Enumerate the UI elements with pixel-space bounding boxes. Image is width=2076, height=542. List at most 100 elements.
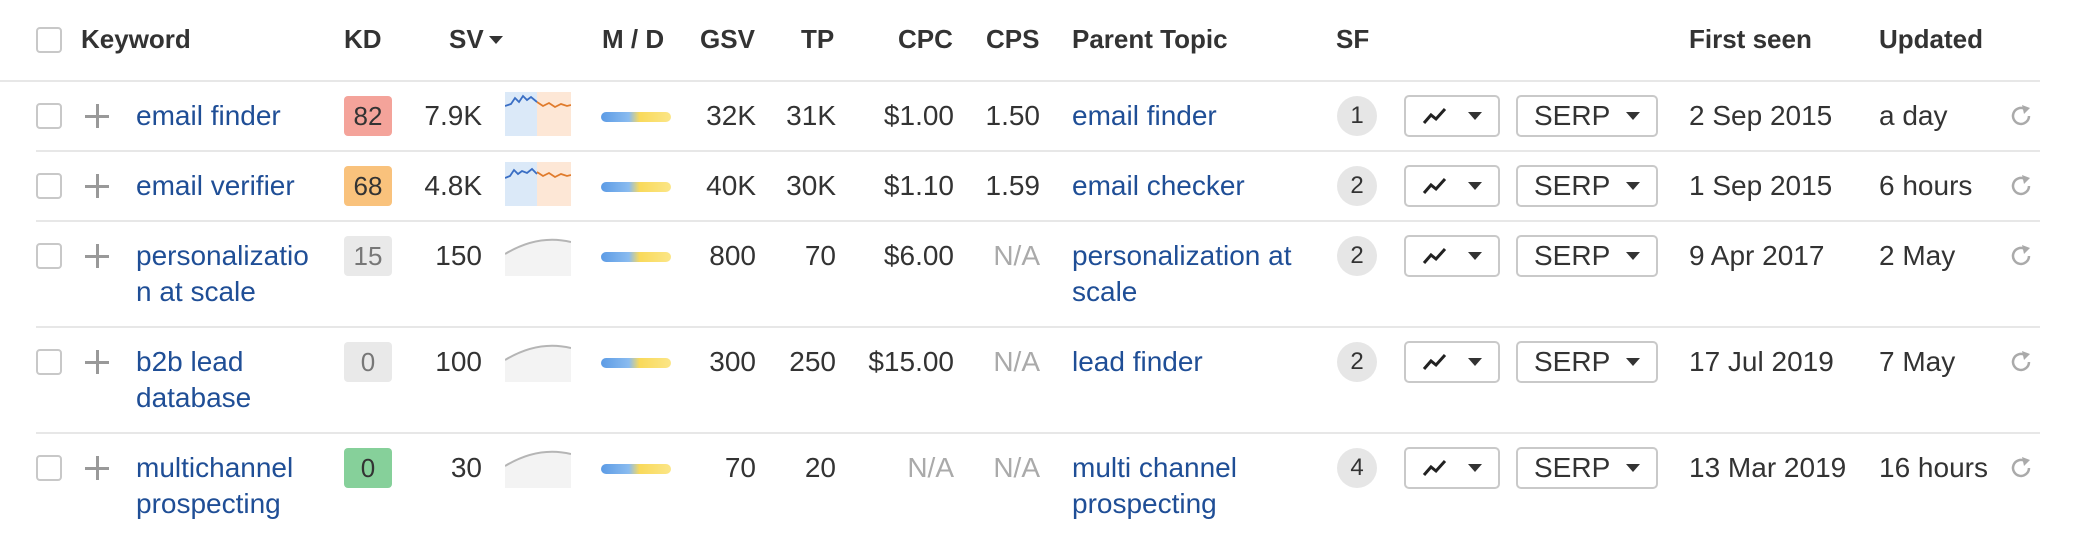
- refresh-icon[interactable]: [2008, 103, 2034, 129]
- parent-topic-link[interactable]: personalization at: [1072, 238, 1291, 274]
- serp-features-count[interactable]: 4: [1337, 448, 1377, 488]
- mobile-desktop-bar: [601, 464, 671, 474]
- keyword-link[interactable]: email verifier: [136, 168, 295, 204]
- serp-features-count[interactable]: 2: [1337, 342, 1377, 382]
- parent-topic-link-line2[interactable]: prospecting: [1072, 486, 1217, 522]
- line-chart-icon: [1422, 247, 1447, 264]
- serp-features-count[interactable]: 1: [1337, 96, 1377, 136]
- row-checkbox[interactable]: [36, 173, 62, 199]
- add-keyword-icon[interactable]: [85, 104, 109, 128]
- column-header-sf[interactable]: SF: [1336, 24, 1369, 54]
- gsv-value: 40K: [706, 170, 756, 201]
- first-seen-date: 13 Mar 2019: [1689, 452, 1847, 483]
- serp-button[interactable]: SERP: [1516, 235, 1658, 277]
- select-all-checkbox[interactable]: [36, 27, 62, 53]
- keyword-link-line2[interactable]: prospecting: [136, 486, 281, 522]
- parent-topic-link[interactable]: email checker: [1072, 168, 1245, 204]
- kd-badge: 0: [344, 448, 392, 488]
- add-keyword-icon[interactable]: [85, 456, 109, 480]
- sort-desc-icon[interactable]: [489, 36, 503, 44]
- serp-button-label: SERP: [1534, 452, 1611, 483]
- sv-trend-sparkline: [505, 450, 571, 488]
- serp-button[interactable]: SERP: [1516, 447, 1658, 489]
- chevron-down-icon: [1468, 252, 1482, 260]
- chevron-down-icon: [1468, 112, 1482, 120]
- column-header-first-seen[interactable]: First seen: [1689, 24, 1812, 54]
- parent-topic-link-line2[interactable]: scale: [1072, 274, 1137, 310]
- row-checkbox[interactable]: [36, 349, 62, 375]
- trend-chart-button[interactable]: [1404, 341, 1500, 383]
- updated-time: 2 May: [1879, 240, 1956, 271]
- keyword-link[interactable]: email finder: [136, 98, 281, 134]
- keyword-link[interactable]: b2b lead: [136, 344, 243, 380]
- mobile-desktop-bar: [601, 252, 671, 262]
- mobile-desktop-bar: [601, 358, 671, 368]
- trend-chart-button[interactable]: [1404, 165, 1500, 207]
- sv-value: 100: [435, 346, 482, 377]
- cps-value: N/A: [993, 240, 1040, 271]
- serp-button[interactable]: SERP: [1516, 95, 1658, 137]
- serp-button[interactable]: SERP: [1516, 341, 1658, 383]
- sv-value: 150: [435, 240, 482, 271]
- refresh-icon[interactable]: [2008, 173, 2034, 199]
- row-divider: [36, 326, 2040, 328]
- trend-chart-button[interactable]: [1404, 95, 1500, 137]
- chevron-down-icon: [1626, 358, 1640, 366]
- cps-value: N/A: [993, 452, 1040, 483]
- column-header-gsv[interactable]: GSV: [700, 24, 755, 54]
- keyword-link-line2[interactable]: database: [136, 380, 251, 416]
- mobile-desktop-bar: [601, 182, 671, 192]
- row-divider: [36, 220, 2040, 222]
- trend-chart-button[interactable]: [1404, 235, 1500, 277]
- sv-trend-sparkline: [505, 238, 571, 276]
- keyword-link-line2[interactable]: n at scale: [136, 274, 256, 310]
- row-checkbox[interactable]: [36, 103, 62, 129]
- column-header-cpc[interactable]: CPC: [898, 24, 953, 54]
- kd-badge: 15: [344, 236, 392, 276]
- row-divider: [36, 150, 2040, 152]
- serp-button-label: SERP: [1534, 100, 1611, 131]
- parent-topic-link[interactable]: multi channel: [1072, 450, 1237, 486]
- tp-value: 31K: [786, 100, 836, 131]
- line-chart-icon: [1422, 353, 1447, 370]
- parent-topic-link[interactable]: email finder: [1072, 98, 1217, 134]
- column-header-updated[interactable]: Updated: [1879, 24, 1983, 54]
- refresh-icon[interactable]: [2008, 455, 2034, 481]
- sv-value: 4.8K: [424, 170, 482, 201]
- row-checkbox[interactable]: [36, 243, 62, 269]
- first-seen-date: 9 Apr 2017: [1689, 240, 1825, 271]
- parent-topic-link[interactable]: lead finder: [1072, 344, 1203, 380]
- serp-features-count[interactable]: 2: [1337, 236, 1377, 276]
- keyword-link[interactable]: multichannel: [136, 450, 293, 486]
- row-checkbox[interactable]: [36, 455, 62, 481]
- first-seen-date: 17 Jul 2019: [1689, 346, 1834, 377]
- sv-trend-sparkline: [505, 162, 571, 206]
- column-header-tp[interactable]: TP: [801, 24, 834, 54]
- add-keyword-icon[interactable]: [85, 174, 109, 198]
- refresh-icon[interactable]: [2008, 349, 2034, 375]
- add-keyword-icon[interactable]: [85, 244, 109, 268]
- chevron-down-icon: [1468, 464, 1482, 472]
- tp-value: 70: [804, 240, 836, 271]
- row-divider: [36, 432, 2040, 434]
- kd-badge: 68: [344, 166, 392, 206]
- gsv-value: 70: [724, 452, 756, 483]
- column-header-md[interactable]: M / D: [602, 24, 664, 54]
- column-header-kd[interactable]: KD: [344, 24, 382, 54]
- keyword-link[interactable]: personalizatio: [136, 238, 309, 274]
- cps-value: 1.59: [985, 170, 1041, 201]
- serp-button-label: SERP: [1534, 240, 1611, 271]
- trend-chart-button[interactable]: [1404, 447, 1500, 489]
- line-chart-icon: [1422, 459, 1447, 476]
- add-keyword-icon[interactable]: [85, 350, 109, 374]
- header-divider: [0, 80, 2040, 82]
- serp-features-count[interactable]: 2: [1337, 166, 1377, 206]
- column-header-parent-topic[interactable]: Parent Topic: [1072, 24, 1228, 54]
- column-header-cps[interactable]: CPS: [986, 24, 1039, 54]
- column-header-sv[interactable]: SV: [449, 24, 484, 54]
- cps-value: 1.50: [985, 100, 1041, 131]
- column-header-keyword[interactable]: Keyword: [81, 24, 191, 54]
- refresh-icon[interactable]: [2008, 243, 2034, 269]
- gsv-value: 800: [709, 240, 756, 271]
- serp-button[interactable]: SERP: [1516, 165, 1658, 207]
